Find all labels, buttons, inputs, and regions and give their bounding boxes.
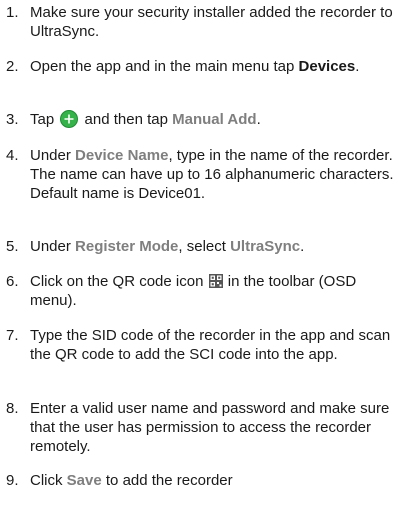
step-7: 7. Type the SID code of the recorder in … (6, 326, 396, 364)
device-name-label: Device Name (75, 147, 169, 164)
step-8: 8. Enter a valid user name and password … (6, 399, 396, 456)
qr-code-icon (208, 274, 223, 288)
devices-label: Devices (298, 58, 356, 75)
step-text: Tap and then tap Manual Add. (30, 110, 261, 128)
ultrasync-label: UltraSync (230, 238, 301, 255)
step-9: 9. Click Save to add the recorder (6, 471, 396, 490)
step-3: 3. Tap and then tap Manual Add. (6, 110, 396, 129)
register-mode-label: Register Mode (75, 238, 179, 255)
step-number: 4. (6, 147, 19, 164)
step-2: 2. Open the app and in the main menu tap… (6, 57, 396, 76)
step-text: Make sure your security installer added … (30, 4, 393, 40)
step-text: Under Device Name, type in the name of t… (30, 147, 394, 202)
step-text: Enter a valid user name and password and… (30, 400, 390, 455)
step-text: Click on the QR code icon in the toolbar… (30, 273, 357, 309)
step-number: 1. (6, 4, 19, 21)
manual-add-label: Manual Add (172, 111, 257, 128)
step-5: 5. Under Register Mode, select UltraSync… (6, 237, 396, 256)
step-number: 5. (6, 238, 19, 255)
step-number: 3. (6, 111, 19, 128)
step-number: 2. (6, 58, 19, 75)
step-number: 9. (6, 472, 19, 489)
step-text: Under Register Mode, select UltraSync. (30, 238, 305, 255)
plus-circle-icon (60, 110, 79, 128)
step-6: 6. Click on the QR code icon in the tool… (6, 272, 396, 310)
step-1: 1. Make sure your security installer add… (6, 3, 396, 41)
step-text: Open the app and in the main menu tap De… (30, 58, 360, 75)
step-text: Type the SID code of the recorder in the… (30, 327, 391, 363)
step-text: Click Save to add the recorder (30, 472, 233, 489)
step-number: 7. (6, 327, 19, 344)
step-4: 4. Under Device Name, type in the name o… (6, 146, 396, 203)
step-number: 6. (6, 273, 19, 290)
save-label: Save (66, 472, 102, 489)
step-number: 8. (6, 400, 19, 417)
